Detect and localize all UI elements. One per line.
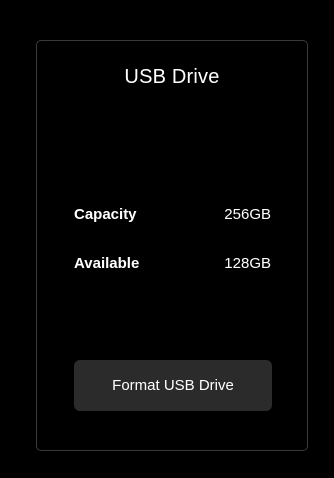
available-row: Available 128GB xyxy=(74,255,271,272)
panel-title: USB Drive xyxy=(124,66,220,88)
capacity-value: 256GB xyxy=(224,206,271,223)
capacity-label: Capacity xyxy=(74,206,137,223)
available-label: Available xyxy=(74,255,140,272)
capacity-row: Capacity 256GB xyxy=(74,206,271,223)
usb-drive-panel: USB Drive Capacity 256GB Available 128GB… xyxy=(36,40,308,451)
format-usb-drive-button[interactable]: Format USB Drive xyxy=(74,360,272,411)
available-value: 128GB xyxy=(224,255,271,272)
